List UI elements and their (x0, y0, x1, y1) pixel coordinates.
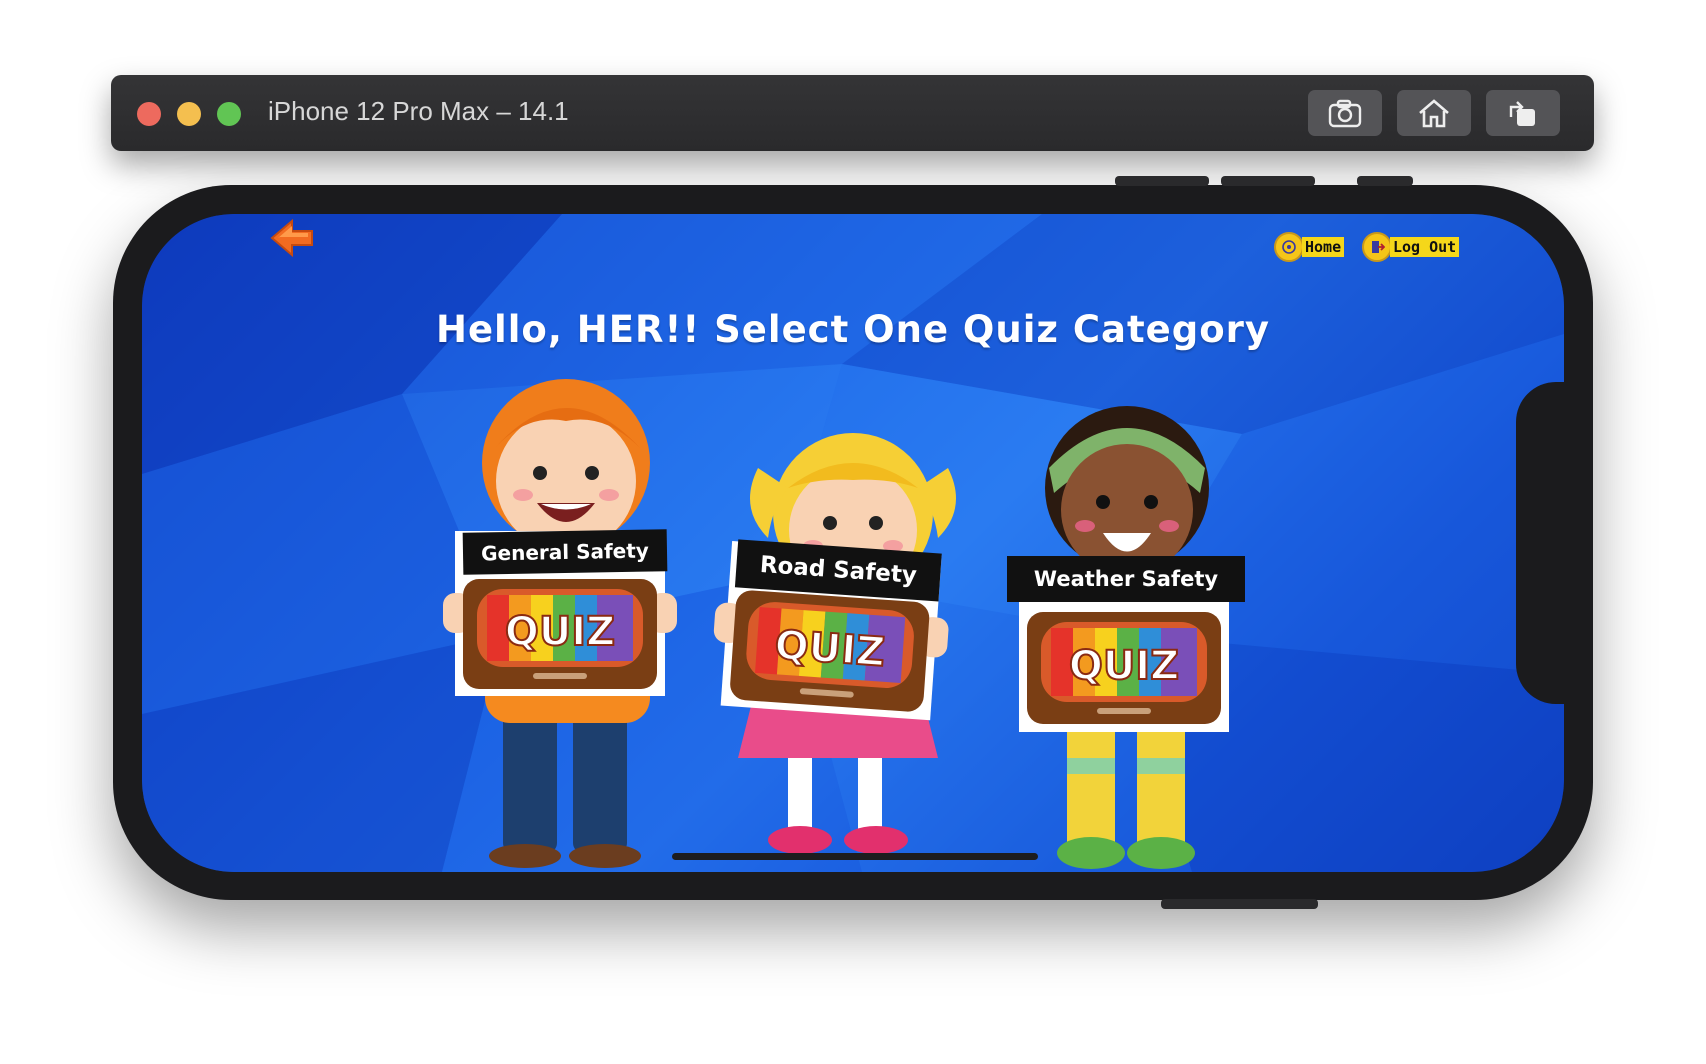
camera-notch (1516, 382, 1564, 704)
svg-text:QUIZ: QUIZ (1069, 643, 1179, 689)
quiz-sign: QUIZ Weather Safety (1007, 556, 1245, 736)
svg-text:QUIZ: QUIZ (505, 609, 615, 655)
home-link-label: Home (1302, 237, 1345, 257)
category-label-general-safety: General Safety (462, 529, 668, 575)
svg-text:QUIZ: QUIZ (773, 622, 886, 676)
simulator-titlebar: iPhone 12 Pro Max – 14.1 (111, 75, 1594, 151)
home-indicator[interactable] (672, 853, 1038, 860)
home-badge-icon (1274, 232, 1304, 262)
category-general-safety[interactable]: QUIZ General Safety (443, 363, 715, 872)
screenshot-button[interactable] (1308, 90, 1382, 136)
rotate-icon (1509, 101, 1535, 126)
logout-link[interactable]: Log Out (1362, 232, 1460, 262)
minimize-window-button[interactable] (177, 102, 201, 126)
power-button (1161, 899, 1318, 909)
mute-switch (1357, 176, 1413, 186)
camera-icon (1328, 99, 1362, 128)
quiz-sign: QUIZ Road Safety (708, 539, 951, 725)
volume-up-button (1115, 176, 1209, 186)
category-label-weather-safety: Weather Safety (1007, 556, 1245, 602)
category-weather-safety[interactable]: QUIZ Weather Safety (1007, 398, 1255, 882)
simulator-title: iPhone 12 Pro Max – 14.1 (268, 96, 569, 126)
volume-down-button (1221, 176, 1315, 186)
arrow-left-icon (270, 218, 313, 258)
house-icon (1419, 99, 1449, 128)
quiz-sign: QUIZ General Safety (443, 529, 677, 700)
page-title: Hello, HER!! Select One Quiz Category (436, 308, 1270, 351)
close-window-button[interactable] (137, 102, 161, 126)
home-device-button[interactable] (1397, 90, 1471, 136)
home-link[interactable]: Home (1274, 232, 1345, 262)
back-button[interactable] (270, 218, 316, 258)
category-road-safety[interactable]: QUIZ Road Safety (713, 418, 988, 872)
logout-link-label: Log Out (1390, 237, 1460, 257)
logout-badge-icon (1362, 232, 1392, 262)
zoom-window-button[interactable] (217, 102, 241, 126)
rotate-button[interactable] (1486, 90, 1560, 136)
